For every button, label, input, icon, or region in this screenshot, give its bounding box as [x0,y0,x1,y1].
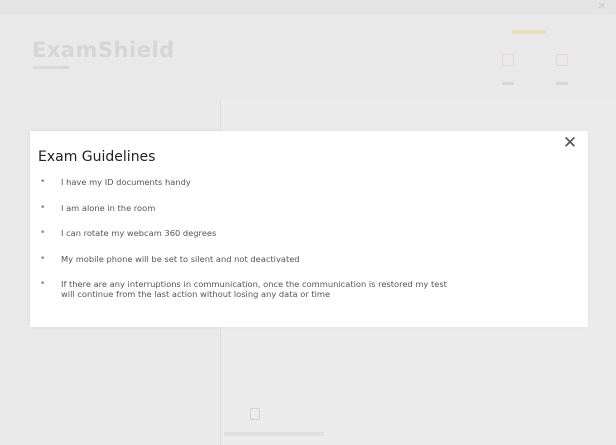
settings-icon[interactable] [502,54,514,66]
guideline-text: I am alone in the room [61,202,156,213]
guideline-text: My mobile phone will be set to silent an… [61,253,300,264]
window-titlebar: ✕ [0,0,616,14]
user-menu [500,30,590,100]
help-icon[interactable] [556,54,568,66]
modal-title: Exam Guidelines [38,149,156,165]
guideline-text: I can rotate my webcam 360 degrees [61,228,217,238]
brand-logo: ExamShield [32,38,175,62]
user-name-placeholder [512,30,546,34]
document-icon [250,408,260,420]
brand-tagline-accent [61,66,69,69]
app-background: ✕ ExamShield ✕ Exam Guidelines • I have … [0,0,616,445]
guideline-text-continued: will continue from the last action witho… [61,289,331,299]
modal-close-icon[interactable]: ✕ [560,133,580,153]
bullet-icon: • [40,177,46,187]
guidelines-list: • I have my ID documents handy • I am al… [38,177,578,315]
bullet-icon: • [40,253,46,264]
list-item: • If there are any interruptions in comm… [38,279,578,299]
list-item: • My mobile phone will be set to silent … [38,254,578,264]
bullet-icon: • [40,202,46,213]
bullet-icon: • [40,279,46,289]
list-item: • I can rotate my webcam 360 degrees [38,228,578,238]
list-item: • I am alone in the room [38,203,578,213]
guideline-text: If there are any interruptions in commun… [61,279,447,289]
footer-text-placeholder [224,432,324,436]
window-close-icon[interactable]: ✕ [598,1,606,12]
settings-label [502,82,514,85]
brand-tagline [33,66,61,69]
list-item: • I have my ID documents handy [38,177,578,187]
help-label [556,82,568,85]
guideline-text: I have my ID documents handy [61,177,191,187]
bullet-icon: • [40,228,46,238]
exam-guidelines-modal: ✕ Exam Guidelines • I have my ID documen… [30,131,588,327]
